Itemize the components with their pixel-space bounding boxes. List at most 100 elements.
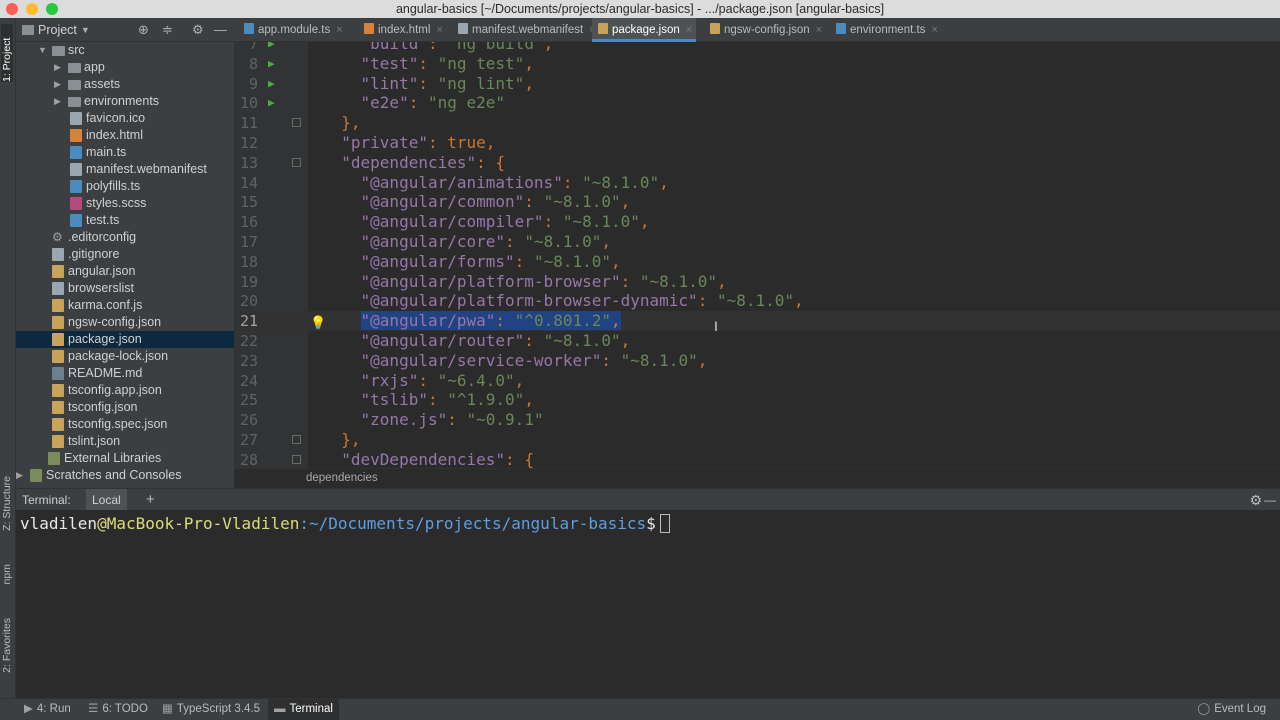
- code-line[interactable]: 15 "@angular/common": "~8.1.0",: [234, 192, 1280, 212]
- chevron-right-icon[interactable]: ▶: [54, 76, 61, 93]
- todo-tool-button[interactable]: ☰ 6: TODO: [88, 699, 148, 720]
- code-line[interactable]: 26 "zone.js": "~0.9.1": [234, 410, 1280, 430]
- gear-icon[interactable]: ⚙: [1249, 489, 1262, 511]
- hide-terminal-icon[interactable]: —: [1264, 489, 1276, 511]
- tree-item[interactable]: tslint.json: [16, 433, 234, 450]
- chevron-right-icon[interactable]: ▶: [16, 467, 23, 484]
- close-icon[interactable]: ×: [931, 24, 937, 36]
- tree-item[interactable]: ▶ environments: [16, 93, 234, 110]
- new-terminal-button[interactable]: +: [146, 489, 155, 511]
- tree-item[interactable]: styles.scss: [16, 195, 234, 212]
- code-line[interactable]: 16 "@angular/compiler": "~8.1.0",: [234, 212, 1280, 232]
- close-icon[interactable]: ×: [336, 24, 342, 36]
- close-icon[interactable]: ×: [686, 24, 692, 36]
- tree-item[interactable]: polyfills.ts: [16, 178, 234, 195]
- tool-window-project[interactable]: 1: Project: [1, 24, 13, 82]
- tree-item[interactable]: tsconfig.json: [16, 399, 234, 416]
- typescript-tool-button[interactable]: ▦ TypeScript 3.4.5: [162, 699, 260, 720]
- tab-package-json[interactable]: package.json ×: [592, 18, 696, 42]
- terminal-tool-button[interactable]: ▬ Terminal: [268, 699, 339, 720]
- code-line[interactable]: 14 "@angular/animations": "~8.1.0",: [234, 173, 1280, 193]
- tree-item[interactable]: browserslist: [16, 280, 234, 297]
- tree-item[interactable]: angular.json: [16, 263, 234, 280]
- fold-marker-icon[interactable]: [292, 118, 301, 128]
- collapse-all-icon[interactable]: ≑: [162, 22, 173, 38]
- tree-item[interactable]: karma.conf.js: [16, 297, 234, 314]
- maximize-window-button[interactable]: [46, 3, 58, 15]
- code-line[interactable]: 20 "@angular/platform-browser-dynamic": …: [234, 291, 1280, 311]
- tree-item[interactable]: favicon.ico: [16, 110, 234, 127]
- fold-marker-icon[interactable]: [292, 454, 301, 464]
- terminal-tab-local[interactable]: Local: [86, 489, 127, 511]
- tree-item[interactable]: tsconfig.app.json: [16, 382, 234, 399]
- code-line[interactable]: 24 "rxjs": "~6.4.0",: [234, 371, 1280, 391]
- line-number: 14: [239, 173, 258, 192]
- tool-window-structure[interactable]: Z: Structure: [1, 476, 13, 531]
- gear-icon[interactable]: ⚙: [192, 22, 204, 38]
- tree-item[interactable]: test.ts: [16, 212, 234, 229]
- code-line[interactable]: 12 "private": true,: [234, 133, 1280, 153]
- close-icon[interactable]: ×: [816, 24, 822, 36]
- code-line[interactable]: 21 💡 "@angular/pwa": "^0.801.2",: [234, 311, 1280, 332]
- tab-app-module-ts[interactable]: app.module.ts ×: [238, 18, 354, 42]
- code-line[interactable]: 7 ▶ "build": "ng build",: [234, 42, 1280, 54]
- fold-marker-icon[interactable]: [292, 157, 301, 167]
- tree-item[interactable]: ▼ src: [16, 42, 234, 59]
- chevron-right-icon[interactable]: ▶: [54, 93, 61, 110]
- code-line[interactable]: 10 ▶ "e2e": "ng e2e": [234, 93, 1280, 113]
- code-line[interactable]: 22 "@angular/router": "~8.1.0",: [234, 331, 1280, 351]
- breadcrumb-item[interactable]: dependencies: [306, 472, 378, 484]
- tree-item[interactable]: package-lock.json: [16, 348, 234, 365]
- tree-item[interactable]: package.json: [16, 331, 234, 348]
- close-icon[interactable]: ×: [436, 24, 442, 36]
- code-line[interactable]: 8 ▶ "test": "ng test",: [234, 54, 1280, 74]
- minimize-window-button[interactable]: [26, 3, 38, 15]
- locate-target-icon[interactable]: ⊕: [138, 22, 149, 38]
- chevron-down-icon[interactable]: ▼: [81, 25, 90, 35]
- tree-item[interactable]: ngsw-config.json: [16, 314, 234, 331]
- tab-index-html[interactable]: index.html ×: [358, 18, 448, 42]
- code-line[interactable]: 18 "@angular/forms": "~8.1.0",: [234, 252, 1280, 272]
- chevron-down-icon[interactable]: ▼: [38, 42, 47, 59]
- run-script-icon[interactable]: ▶: [268, 93, 275, 113]
- event-log-button[interactable]: ◯ Event Log: [1197, 699, 1266, 720]
- tab-ngsw-config-json[interactable]: ngsw-config.json ×: [704, 18, 822, 42]
- intention-bulb-icon[interactable]: 💡: [310, 314, 326, 331]
- code-line[interactable]: 27 },: [234, 430, 1280, 450]
- run-script-icon[interactable]: ▶: [268, 74, 275, 94]
- tool-window-npm[interactable]: npm: [1, 564, 13, 584]
- run-tool-button[interactable]: ▶ 4: Run: [24, 699, 71, 720]
- tree-item[interactable]: .gitignore: [16, 246, 234, 263]
- tree-item[interactable]: manifest.webmanifest: [16, 161, 234, 178]
- tree-item[interactable]: ▶ Scratches and Consoles: [16, 467, 234, 484]
- tree-item[interactable]: ⚙ .editorconfig: [16, 229, 234, 246]
- code-line[interactable]: 25 "tslib": "^1.9.0",: [234, 390, 1280, 410]
- code-line[interactable]: 19 "@angular/platform-browser": "~8.1.0"…: [234, 272, 1280, 292]
- tree-item[interactable]: ▶ app: [16, 59, 234, 76]
- tab-environment-ts[interactable]: environment.ts ×: [830, 18, 938, 42]
- terminal-output[interactable]: vladilen@MacBook-Pro-Vladilen:~/Document…: [16, 510, 1280, 698]
- tree-item[interactable]: External Libraries: [16, 450, 234, 467]
- code-text: "build": "ng build",: [360, 42, 554, 53]
- run-script-icon[interactable]: ▶: [268, 54, 275, 74]
- tool-window-favorites[interactable]: 2: Favorites: [1, 618, 13, 673]
- chevron-right-icon[interactable]: ▶: [54, 59, 61, 76]
- tab-manifest-webmanifest[interactable]: manifest.webmanifest×: [452, 18, 596, 42]
- code-editor[interactable]: 7 ▶ "build": "ng build", 8 ▶ "test": "ng te…: [234, 42, 1280, 468]
- code-line[interactable]: 13 "dependencies": {: [234, 153, 1280, 173]
- tree-item[interactable]: README.md: [16, 365, 234, 382]
- code-line[interactable]: 9 ▶ "lint": "ng lint",: [234, 74, 1280, 94]
- code-line[interactable]: 17 "@angular/core": "~8.1.0",: [234, 232, 1280, 252]
- code-line[interactable]: 28 "devDependencies": {: [234, 450, 1280, 468]
- tree-item[interactable]: tsconfig.spec.json: [16, 416, 234, 433]
- close-window-button[interactable]: [6, 3, 18, 15]
- tree-item[interactable]: index.html: [16, 127, 234, 144]
- run-script-icon[interactable]: ▶: [268, 42, 275, 54]
- code-line[interactable]: 23 "@angular/service-worker": "~8.1.0",: [234, 351, 1280, 371]
- project-panel-title[interactable]: Project: [38, 23, 77, 37]
- tree-item[interactable]: ▶ assets: [16, 76, 234, 93]
- tree-item[interactable]: main.ts: [16, 144, 234, 161]
- hide-panel-icon[interactable]: —: [214, 22, 227, 37]
- code-line[interactable]: 11 },: [234, 113, 1280, 133]
- fold-marker-icon[interactable]: [292, 435, 301, 444]
